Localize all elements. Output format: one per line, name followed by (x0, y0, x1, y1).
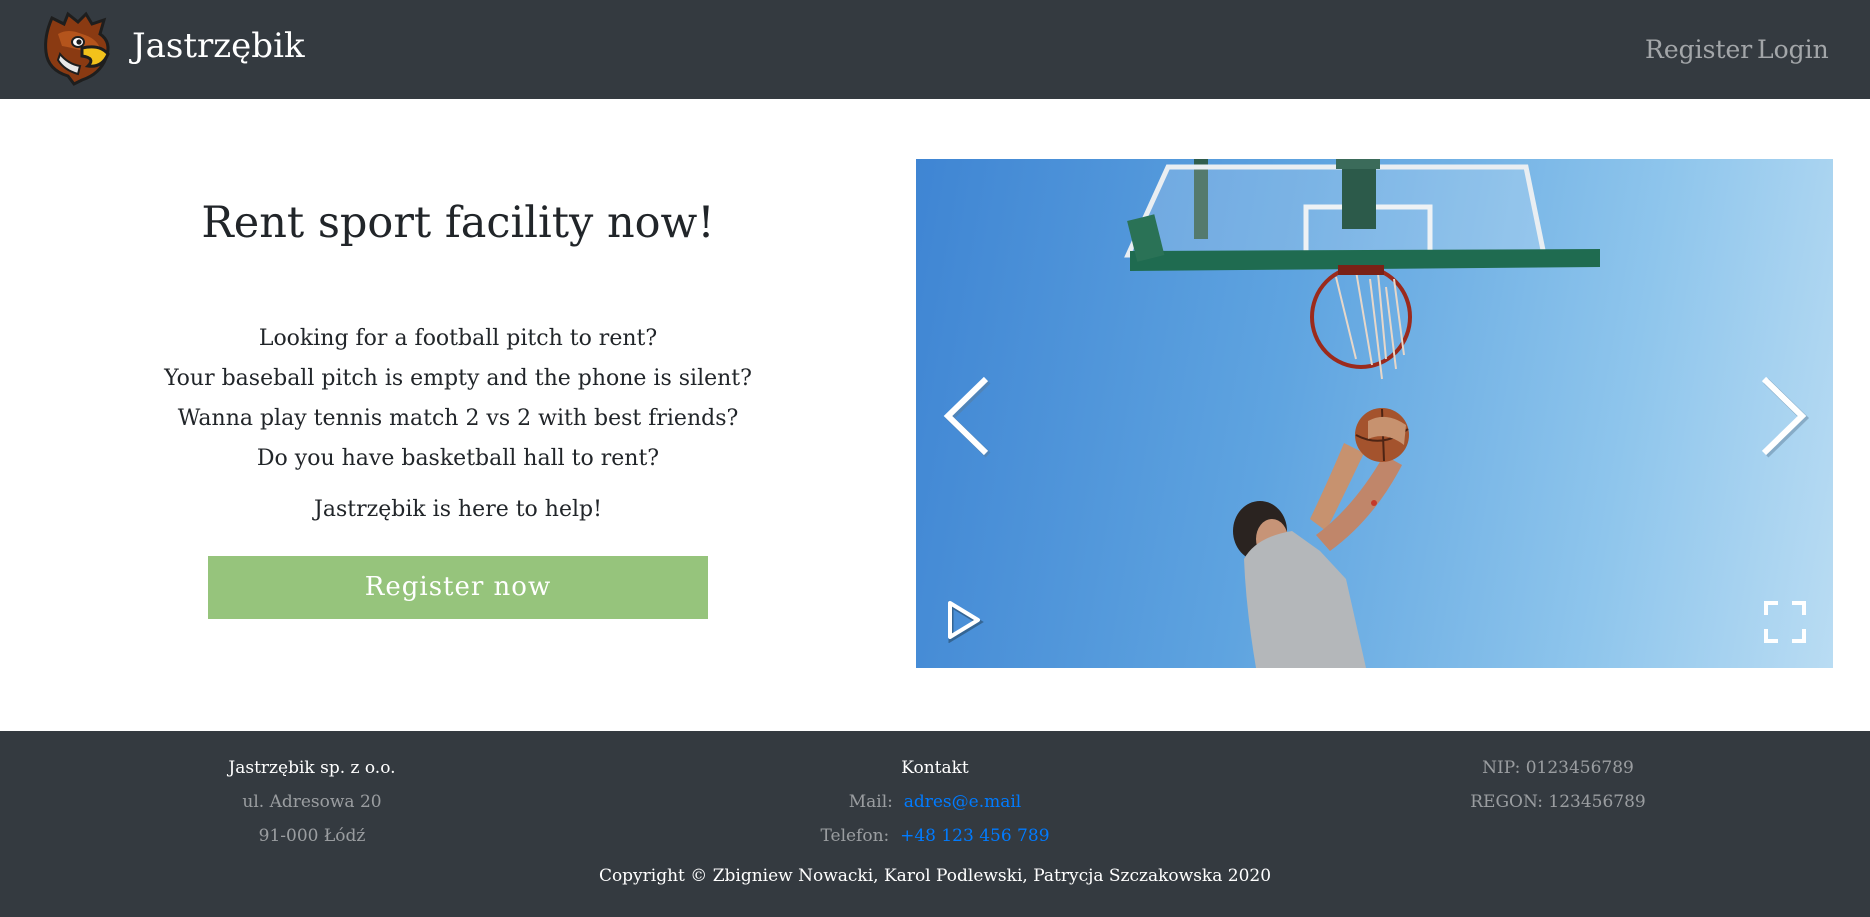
navbar: Jastrzębik Register Login (0, 0, 1870, 99)
footer-company: Jastrzębik sp. z o.o. ul. Adresowa 20 91… (162, 751, 462, 853)
nip-number: NIP: 0123456789 (1482, 758, 1634, 778)
brand-name[interactable]: Jastrzębik (132, 24, 305, 68)
company-name: Jastrzębik sp. z o.o. (228, 758, 396, 778)
hero-lines: Looking for a football pitch to rent? Yo… (150, 319, 766, 479)
image-carousel[interactable] (916, 159, 1833, 668)
phone-link[interactable]: +48 123 456 789 (900, 826, 1049, 846)
fullscreen-icon[interactable] (1762, 599, 1808, 645)
hawk-logo[interactable] (38, 8, 116, 86)
chevron-right-icon[interactable] (1754, 369, 1814, 463)
footer-contact: Kontakt Mail: adres@e.mail Telefon: +48 … (785, 751, 1085, 853)
play-icon[interactable] (944, 597, 984, 643)
hero-line: Looking for a football pitch to rent? (258, 326, 658, 351)
register-now-button[interactable]: Register now (208, 556, 708, 619)
contact-heading: Kontakt (901, 758, 969, 778)
hero-title: Rent sport facility now! (201, 198, 715, 248)
nav-login-link[interactable]: Login (1757, 34, 1829, 66)
company-city: 91-000 Łódź (258, 826, 366, 846)
regon-number: REGON: 123456789 (1470, 792, 1646, 812)
copyright: Copyright © Zbigniew Nowacki, Karol Podl… (598, 866, 1272, 886)
chevron-left-icon[interactable] (936, 369, 996, 463)
phone-label: Telefon: (820, 826, 890, 846)
footer: Jastrzębik sp. z o.o. ul. Adresowa 20 91… (0, 731, 1870, 917)
hero-line: Your baseball pitch is empty and the pho… (164, 366, 752, 391)
hero-line: Do you have basketball hall to rent? (256, 446, 660, 471)
company-street: ul. Adresowa 20 (242, 792, 382, 812)
footer-ids: NIP: 0123456789 REGON: 123456789 (1408, 751, 1708, 819)
contact-phone-row: Telefon: +48 123 456 789 (785, 819, 1085, 853)
hero-line: Wanna play tennis match 2 vs 2 with best… (177, 406, 739, 431)
hero-help-text: Jastrzębik is here to help! (314, 497, 602, 522)
mail-link[interactable]: adres@e.mail (904, 792, 1022, 812)
contact-mail-row: Mail: adres@e.mail (785, 785, 1085, 819)
nav-register-link[interactable]: Register (1645, 34, 1752, 66)
mail-label: Mail: (848, 792, 893, 812)
basketball-photo (1124, 159, 1600, 668)
